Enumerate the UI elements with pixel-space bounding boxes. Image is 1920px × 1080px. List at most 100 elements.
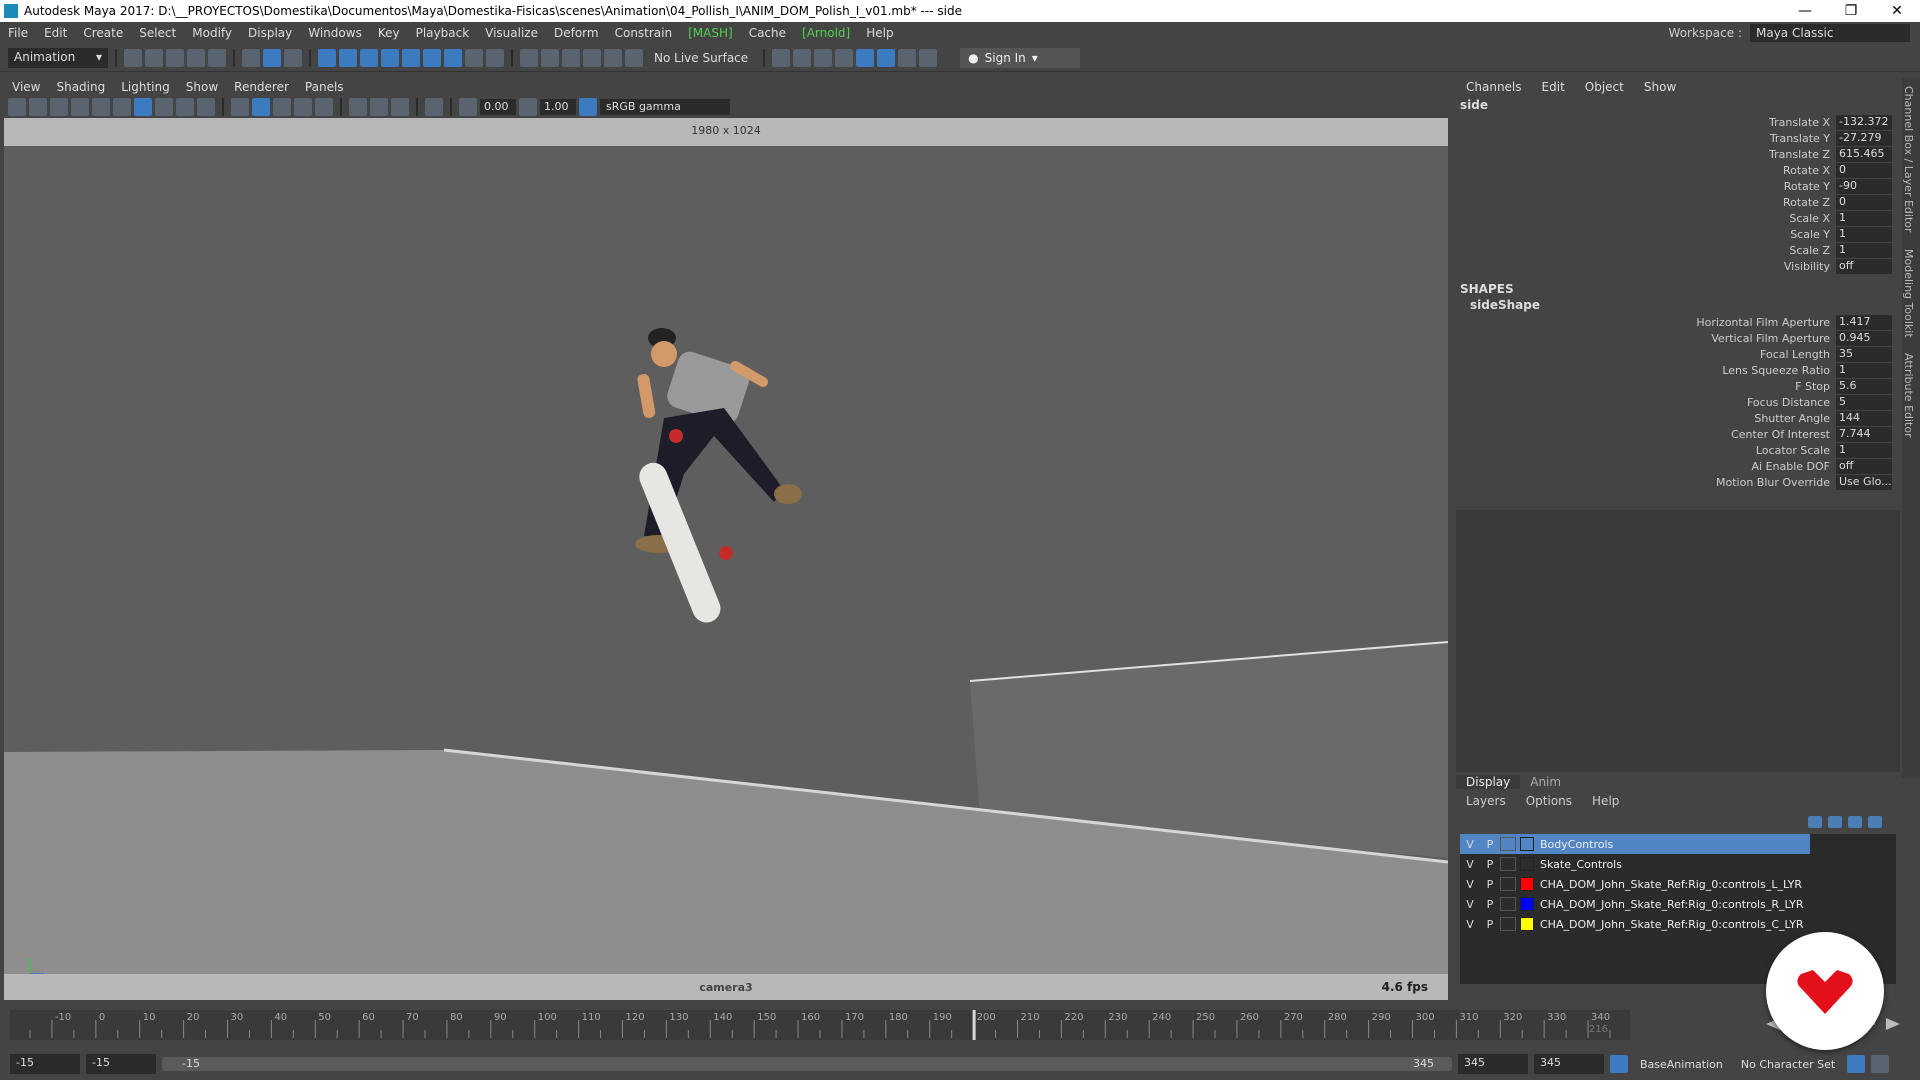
- cb-menu-channels[interactable]: Channels: [1456, 80, 1532, 94]
- go-to-end-icon[interactable]: [1886, 1018, 1900, 1030]
- layer-row[interactable]: V P Skate_Controls: [1460, 854, 1896, 874]
- tab-display[interactable]: Display: [1456, 775, 1521, 789]
- menu-display[interactable]: Display: [240, 26, 300, 40]
- xray-icon[interactable]: [315, 98, 333, 116]
- menu-cache[interactable]: Cache: [741, 26, 794, 40]
- ipr-render-icon[interactable]: [835, 48, 854, 67]
- attribute-value[interactable]: 144: [1836, 410, 1892, 426]
- attribute-name[interactable]: Rotate Y: [1456, 180, 1836, 193]
- undo-icon[interactable]: [187, 48, 205, 67]
- exposure-icon[interactable]: [459, 98, 477, 116]
- close-button[interactable]: ✕: [1874, 0, 1920, 22]
- layer-visibility-toggle[interactable]: V: [1460, 838, 1480, 851]
- menu-set-dropdown[interactable]: Animation ▾: [8, 47, 108, 68]
- menu-deform[interactable]: Deform: [546, 26, 607, 40]
- menu-visualize[interactable]: Visualize: [477, 26, 546, 40]
- attribute-value[interactable]: 5: [1836, 394, 1892, 410]
- layer-visibility-toggle[interactable]: V: [1460, 878, 1480, 891]
- attribute-value[interactable]: off: [1836, 458, 1892, 474]
- layer-color-swatch[interactable]: [1520, 857, 1534, 871]
- menu-windows[interactable]: Windows: [300, 26, 370, 40]
- attribute-name[interactable]: Shutter Angle: [1456, 412, 1836, 425]
- select-hierarchy-icon[interactable]: [242, 48, 260, 67]
- gamma-icon[interactable]: [519, 98, 537, 116]
- preferences-icon[interactable]: [1871, 1055, 1890, 1073]
- attribute-name[interactable]: Rotate X: [1456, 164, 1836, 177]
- attribute-value[interactable]: -132.372: [1836, 114, 1892, 130]
- snap-curve-icon[interactable]: [339, 48, 357, 67]
- menu-constrain[interactable]: Constrain: [607, 26, 681, 40]
- le-menu-layers[interactable]: Layers: [1456, 794, 1516, 808]
- menu-modify[interactable]: Modify: [184, 26, 240, 40]
- layer-row[interactable]: V P CHA_DOM_John_Skate_Ref:Rig_0:controls_…: [1460, 874, 1896, 894]
- attribute-name[interactable]: Focal Length: [1456, 348, 1836, 361]
- le-menu-options[interactable]: Options: [1516, 794, 1582, 808]
- menu-file[interactable]: File: [0, 26, 36, 40]
- save-scene-icon[interactable]: [166, 48, 184, 67]
- attribute-name[interactable]: Horizontal Film Aperture: [1456, 316, 1836, 329]
- anim-layer-icon[interactable]: [1610, 1055, 1628, 1073]
- character-set-dropdown[interactable]: No Character Set: [1735, 1058, 1841, 1071]
- attribute-value[interactable]: 1: [1836, 210, 1892, 226]
- select-component-icon[interactable]: [284, 48, 302, 67]
- attribute-name[interactable]: Scale Y: [1456, 228, 1836, 241]
- snap-align-icon[interactable]: [562, 48, 580, 67]
- vp-menu-panels[interactable]: Panels: [297, 80, 352, 94]
- select-object-icon[interactable]: [263, 48, 281, 67]
- anim-layer-dropdown[interactable]: BaseAnimation: [1634, 1058, 1729, 1071]
- layer-playback-toggle[interactable]: P: [1480, 878, 1500, 891]
- vp-menu-shading[interactable]: Shading: [48, 80, 113, 94]
- film-gate-icon[interactable]: [113, 98, 131, 116]
- attribute-name[interactable]: Scale X: [1456, 212, 1836, 225]
- render-frame-icon[interactable]: [814, 48, 833, 67]
- lock-icon[interactable]: [465, 48, 483, 67]
- snap-view-icon[interactable]: [381, 48, 399, 67]
- arnold-render-icon[interactable]: [877, 48, 896, 67]
- menu-key[interactable]: Key: [370, 26, 408, 40]
- vp-menu-show[interactable]: Show: [178, 80, 226, 94]
- live-surface-label[interactable]: No Live Surface: [646, 51, 756, 65]
- camera-icon[interactable]: [8, 98, 26, 116]
- sign-in-button[interactable]: ● Sign In ▾: [960, 47, 1081, 68]
- minimize-button[interactable]: —: [1782, 0, 1828, 22]
- le-menu-help[interactable]: Help: [1582, 794, 1629, 808]
- render-view-icon[interactable]: [793, 48, 812, 67]
- menu-edit[interactable]: Edit: [36, 26, 75, 40]
- layer-playback-toggle[interactable]: P: [1480, 858, 1500, 871]
- snap-grid-icon[interactable]: [318, 48, 336, 67]
- color-management-icon[interactable]: [579, 98, 597, 116]
- layer-visibility-toggle[interactable]: V: [1460, 898, 1480, 911]
- open-scene-icon[interactable]: [145, 48, 163, 67]
- time-slider-track[interactable]: -10 0 10 20 30 40 50 60 70 80 90 100 110 120 130 140 150…: [10, 1010, 1630, 1040]
- hypershade-icon[interactable]: [856, 48, 875, 67]
- history-icon[interactable]: [423, 48, 441, 67]
- render-settings-icon[interactable]: [772, 48, 791, 67]
- color-space-dropdown[interactable]: sRGB gamma: [600, 99, 730, 115]
- menu-arnold[interactable]: [Arnold]: [794, 26, 858, 40]
- layer-color-swatch[interactable]: [1520, 877, 1534, 891]
- animation-end-field[interactable]: 345: [1534, 1054, 1604, 1074]
- attribute-value[interactable]: 1.417: [1836, 314, 1892, 330]
- camera-attributes-icon[interactable]: [29, 98, 47, 116]
- attribute-value[interactable]: off: [1836, 258, 1892, 274]
- move-layer-up-icon[interactable]: [1808, 816, 1822, 828]
- attribute-value[interactable]: Use Glo...: [1836, 474, 1892, 490]
- resolution-gate-icon[interactable]: [134, 98, 152, 116]
- layer-display-type-toggle[interactable]: [1500, 877, 1516, 891]
- menu-playback[interactable]: Playback: [408, 26, 478, 40]
- layer-visibility-toggle[interactable]: V: [1460, 858, 1480, 871]
- cb-menu-edit[interactable]: Edit: [1532, 80, 1575, 94]
- layer-display-type-toggle[interactable]: [1500, 857, 1516, 871]
- field-chart-icon[interactable]: [176, 98, 194, 116]
- attribute-value[interactable]: 1: [1836, 226, 1892, 242]
- cb-menu-object[interactable]: Object: [1575, 80, 1634, 94]
- layer-color-swatch[interactable]: [1520, 837, 1534, 851]
- new-layer-icon[interactable]: [1848, 816, 1862, 828]
- attribute-name[interactable]: Translate Y: [1456, 132, 1836, 145]
- layer-display-type-toggle[interactable]: [1500, 917, 1516, 931]
- snap-live-icon[interactable]: [604, 48, 622, 67]
- new-scene-icon[interactable]: [124, 48, 142, 67]
- attribute-value[interactable]: 615.465: [1836, 146, 1892, 162]
- attribute-name[interactable]: Focus Distance: [1456, 396, 1836, 409]
- safe-action-icon[interactable]: [197, 98, 215, 116]
